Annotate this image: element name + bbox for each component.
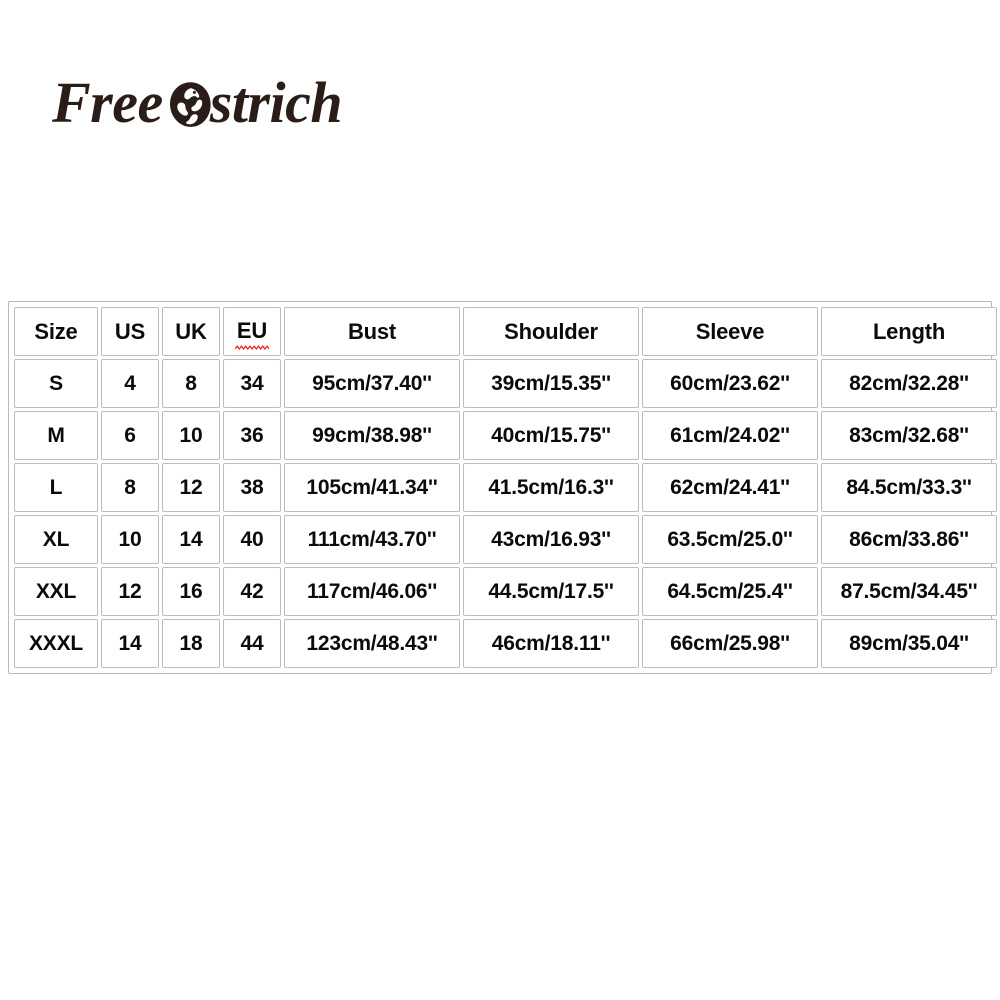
cell-bust: 123cm/48.43''	[284, 619, 460, 668]
cell-us: 4	[101, 359, 159, 408]
table-header-row: Size US UK EU Bust Shoulder Sleeve Lengt…	[14, 307, 997, 356]
cell-size: M	[14, 411, 98, 460]
cell-uk: 18	[162, 619, 220, 668]
cell-shoulder: 43cm/16.93''	[463, 515, 639, 564]
cell-bust: 99cm/38.98''	[284, 411, 460, 460]
column-header-size: Size	[14, 307, 98, 356]
cell-shoulder: 44.5cm/17.5''	[463, 567, 639, 616]
column-header-length: Length	[821, 307, 997, 356]
cell-shoulder: 46cm/18.11''	[463, 619, 639, 668]
cell-uk: 12	[162, 463, 220, 512]
cell-eu: 42	[223, 567, 281, 616]
cell-size: XXL	[14, 567, 98, 616]
cell-length: 86cm/33.86''	[821, 515, 997, 564]
column-header-uk: UK	[162, 307, 220, 356]
cell-size: XL	[14, 515, 98, 564]
cell-us: 6	[101, 411, 159, 460]
column-header-bust: Bust	[284, 307, 460, 356]
cell-eu: 38	[223, 463, 281, 512]
column-header-eu: EU	[223, 307, 281, 356]
size-chart-table-container: Size US UK EU Bust Shoulder Sleeve Lengt…	[8, 301, 997, 674]
cell-eu: 36	[223, 411, 281, 460]
cell-shoulder: 41.5cm/16.3''	[463, 463, 639, 512]
table-row: M 6 10 36 99cm/38.98'' 40cm/15.75'' 61cm…	[14, 411, 997, 460]
cell-uk: 8	[162, 359, 220, 408]
cell-us: 10	[101, 515, 159, 564]
cell-uk: 10	[162, 411, 220, 460]
table-row: XXXL 14 18 44 123cm/48.43'' 46cm/18.11''…	[14, 619, 997, 668]
table-row: XXL 12 16 42 117cm/46.06'' 44.5cm/17.5''…	[14, 567, 997, 616]
cell-length: 89cm/35.04''	[821, 619, 997, 668]
brand-logo: Free strich	[52, 70, 343, 135]
column-header-sleeve: Sleeve	[642, 307, 818, 356]
table-row: XL 10 14 40 111cm/43.70'' 43cm/16.93'' 6…	[14, 515, 997, 564]
table-row: S 4 8 34 95cm/37.40'' 39cm/15.35'' 60cm/…	[14, 359, 997, 408]
cell-eu: 34	[223, 359, 281, 408]
brand-name-ostrich: strich	[209, 70, 343, 135]
cell-length: 84.5cm/33.3''	[821, 463, 997, 512]
cell-bust: 111cm/43.70''	[284, 515, 460, 564]
cell-size: L	[14, 463, 98, 512]
cell-length: 87.5cm/34.45''	[821, 567, 997, 616]
cell-sleeve: 60cm/23.62''	[642, 359, 818, 408]
cell-sleeve: 62cm/24.41''	[642, 463, 818, 512]
cell-bust: 105cm/41.34''	[284, 463, 460, 512]
cell-size: XXXL	[14, 619, 98, 668]
cell-sleeve: 61cm/24.02''	[642, 411, 818, 460]
cell-length: 83cm/32.68''	[821, 411, 997, 460]
cell-uk: 14	[162, 515, 220, 564]
cell-us: 14	[101, 619, 159, 668]
column-header-eu-label: EU	[236, 317, 268, 343]
misspelled-word-wrapper: EU	[234, 317, 270, 350]
cell-sleeve: 66cm/25.98''	[642, 619, 818, 668]
ostrich-icon	[167, 81, 213, 129]
brand-name-free: Free	[52, 70, 163, 135]
column-header-shoulder: Shoulder	[463, 307, 639, 356]
cell-uk: 16	[162, 567, 220, 616]
table-body: S 4 8 34 95cm/37.40'' 39cm/15.35'' 60cm/…	[14, 359, 997, 668]
cell-bust: 117cm/46.06''	[284, 567, 460, 616]
cell-size: S	[14, 359, 98, 408]
column-header-us: US	[101, 307, 159, 356]
cell-bust: 95cm/37.40''	[284, 359, 460, 408]
spellcheck-squiggle-icon	[234, 344, 270, 351]
cell-shoulder: 39cm/15.35''	[463, 359, 639, 408]
cell-length: 82cm/32.28''	[821, 359, 997, 408]
cell-us: 8	[101, 463, 159, 512]
cell-shoulder: 40cm/15.75''	[463, 411, 639, 460]
size-chart-table: Size US UK EU Bust Shoulder Sleeve Lengt…	[11, 304, 1000, 671]
cell-sleeve: 63.5cm/25.0''	[642, 515, 818, 564]
cell-us: 12	[101, 567, 159, 616]
cell-eu: 40	[223, 515, 281, 564]
cell-sleeve: 64.5cm/25.4''	[642, 567, 818, 616]
table-row: L 8 12 38 105cm/41.34'' 41.5cm/16.3'' 62…	[14, 463, 997, 512]
cell-eu: 44	[223, 619, 281, 668]
